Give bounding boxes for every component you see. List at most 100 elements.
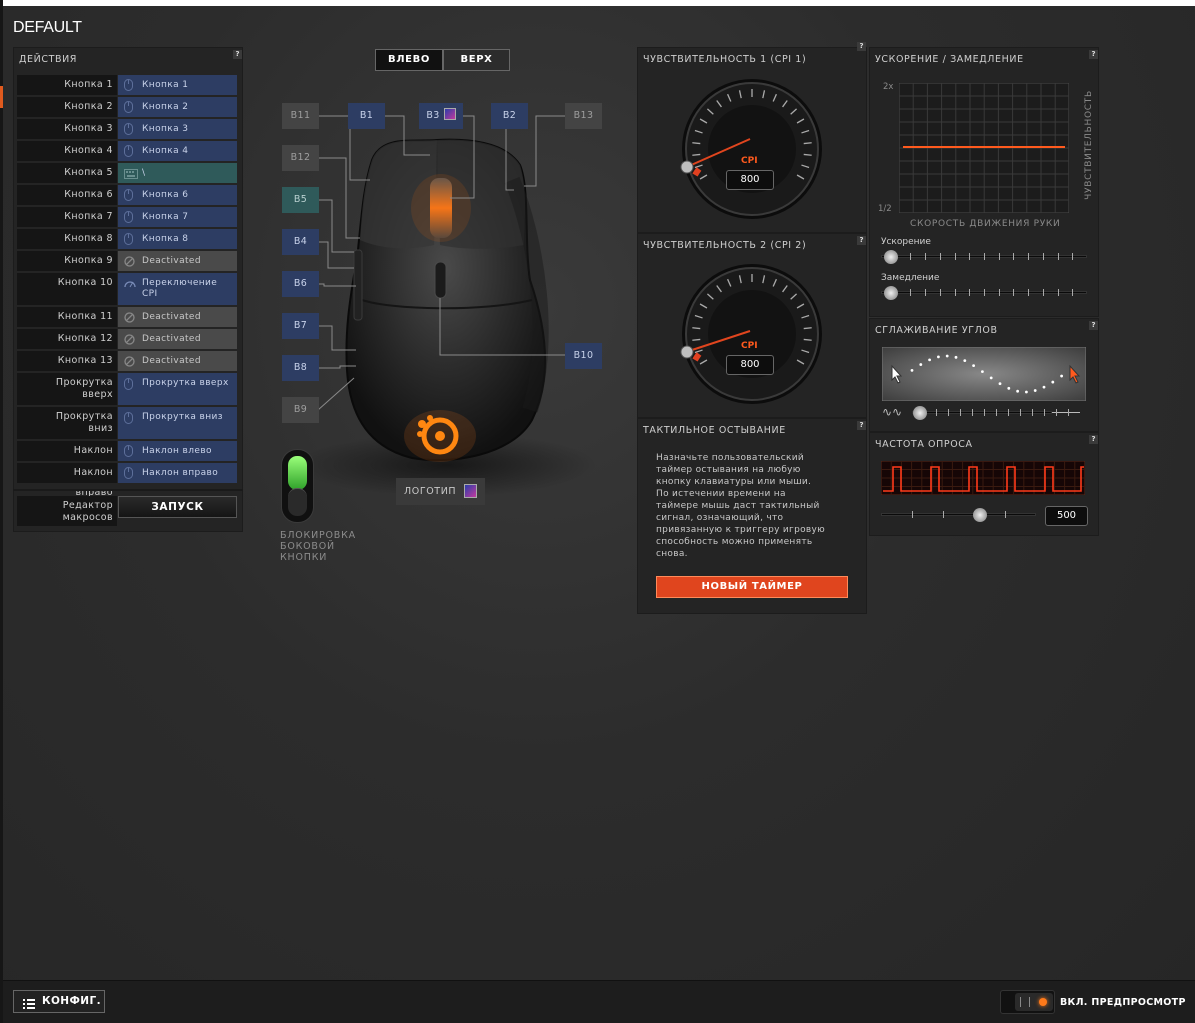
side-lock-label-line3: КНОПКИ: [280, 552, 328, 563]
acceleration-slider[interactable]: [881, 250, 1087, 264]
action-value[interactable]: \: [118, 163, 237, 183]
new-timer-button[interactable]: НОВЫЙ ТАЙМЕР: [656, 576, 848, 598]
action-value-label: \: [142, 168, 146, 178]
action-row: Кнопка 6 Кнопка 6: [17, 185, 237, 205]
action-value[interactable]: Кнопка 8: [118, 229, 237, 249]
acceleration-slider-thumb[interactable]: [884, 250, 898, 264]
action-value-label: Наклон вправо: [142, 468, 219, 478]
sensitivity2-help-button[interactable]: ?: [857, 236, 866, 245]
slider-tick: [1056, 409, 1057, 416]
mouse-button-b5[interactable]: B5: [282, 187, 319, 213]
slider-tick: [1057, 253, 1059, 260]
acceleration-help-button[interactable]: ?: [1089, 50, 1098, 59]
polling-slider[interactable]: [881, 508, 1036, 522]
angle-snapping-help-button[interactable]: ?: [1089, 321, 1098, 330]
action-value[interactable]: Прокрутка вниз: [118, 407, 237, 439]
mouse-button-b1[interactable]: B1: [348, 103, 385, 129]
action-label: Кнопка 1: [17, 75, 117, 95]
action-row: Прокрутка вверх Прокрутка вверх: [17, 373, 237, 405]
action-value[interactable]: Наклон влево: [118, 441, 237, 461]
action-value-label: Прокрутка вверх: [142, 378, 229, 388]
side-lock-switch[interactable]: [281, 449, 314, 523]
mouse-button-b7[interactable]: B7: [282, 313, 319, 339]
sensitivity2-value[interactable]: 800: [726, 355, 774, 375]
mouse-button-b10[interactable]: B10: [565, 343, 602, 369]
deceleration-slider[interactable]: [881, 286, 1087, 300]
macro-launch-button[interactable]: ЗАПУСК: [118, 496, 237, 518]
polling-help-button[interactable]: ?: [1089, 435, 1098, 444]
mouse-button-b11[interactable]: B11: [282, 103, 319, 129]
slider-tick: [1013, 253, 1015, 260]
polling-title: ЧАСТОТА ОПРОСА: [875, 439, 973, 450]
mouse-button-b4[interactable]: B4: [282, 229, 319, 255]
action-value[interactable]: Прокрутка вверх: [118, 373, 237, 405]
action-value[interactable]: Deactivated: [118, 307, 237, 327]
action-value[interactable]: Кнопка 6: [118, 185, 237, 205]
sensitivity1-help-button[interactable]: ?: [857, 42, 866, 51]
b3-color-swatch-icon: [443, 108, 456, 120]
sensitivity1-gauge[interactable]: CPI: [677, 73, 827, 223]
left-edge-indicator: [0, 86, 3, 108]
action-label: Кнопка 8: [17, 229, 117, 249]
angle-snapping-slider-thumb[interactable]: [913, 406, 927, 420]
logo-button[interactable]: ЛОГОТИП: [396, 478, 485, 505]
macro-editor-label: Редактор макросов: [17, 496, 117, 526]
action-value[interactable]: Deactivated: [118, 351, 237, 371]
sensitivity1-value[interactable]: 800: [726, 170, 774, 190]
action-label: Прокрутка вниз: [17, 407, 117, 439]
mouse-button-b9[interactable]: B9: [282, 397, 319, 423]
action-value[interactable]: Кнопка 1: [118, 75, 237, 95]
view-top-button[interactable]: ВЕРХ: [443, 49, 510, 71]
action-value-label: Кнопка 4: [142, 146, 189, 156]
action-label: Кнопка 9: [17, 251, 117, 271]
sensitivity2-gauge[interactable]: CPI: [677, 258, 827, 408]
action-row: Кнопка 10 Переключение CPI: [17, 273, 237, 305]
action-value[interactable]: Кнопка 3: [118, 119, 237, 139]
mouse-icon: [124, 211, 136, 223]
deceleration-slider-thumb[interactable]: [884, 286, 898, 300]
view-left-button[interactable]: ВЛЕВО: [375, 49, 443, 71]
mouse-button-b13[interactable]: B13: [565, 103, 602, 129]
deceleration-slider-label: Замедление: [881, 273, 940, 283]
slider-tick: [984, 409, 985, 416]
action-value[interactable]: Кнопка 2: [118, 97, 237, 117]
config-button[interactable]: КОНФИГ.: [13, 990, 105, 1013]
angle-snapping-slider[interactable]: [912, 406, 1080, 420]
mouse-button-b12[interactable]: B12: [282, 145, 319, 171]
slider-tick: [969, 289, 971, 296]
polling-slider-thumb[interactable]: [973, 508, 987, 522]
mouse-button-b2[interactable]: B2: [491, 103, 528, 129]
acceleration-slider-label: Ускорение: [881, 237, 931, 247]
mouse-button-b6[interactable]: B6: [282, 271, 319, 297]
slider-tick: [939, 289, 941, 296]
tactile-line: снова.: [656, 549, 688, 559]
action-value[interactable]: Кнопка 7: [118, 207, 237, 227]
action-value[interactable]: Deactivated: [118, 329, 237, 349]
action-row: Кнопка 1 Кнопка 1: [17, 75, 237, 95]
mouse-icon: [124, 467, 136, 479]
mouse-button-label: B10: [573, 350, 594, 361]
preview-toggle[interactable]: [1000, 990, 1055, 1014]
tactile-title: ТАКТИЛЬНОЕ ОСТЫВАНИЕ: [643, 425, 786, 436]
mouse-button-label: B1: [359, 110, 374, 121]
mouse-button-b3[interactable]: B3: [419, 103, 463, 129]
action-value[interactable]: Наклон вправо: [118, 463, 237, 483]
action-value-label: Deactivated: [142, 356, 201, 366]
tactile-help-button[interactable]: ?: [857, 421, 866, 430]
action-value[interactable]: Кнопка 4: [118, 141, 237, 161]
app-window: DEFAULT ДЕЙСТВИЯ ? Кнопка 1 Кнопка 1 Кнопк…: [0, 0, 1195, 1023]
action-label: Кнопка 2: [17, 97, 117, 117]
actions-help-button[interactable]: ?: [233, 50, 242, 59]
action-row: Наклон вправо Наклон вправо: [17, 463, 237, 498]
slider-tick: [960, 409, 961, 416]
mouse-button-label: B2: [502, 110, 517, 121]
mouse-icon: [124, 145, 136, 157]
action-value[interactable]: Переключение CPI: [118, 273, 237, 305]
mouse-button-b8[interactable]: B8: [282, 355, 319, 381]
polling-value[interactable]: 500: [1045, 506, 1088, 526]
action-row: Кнопка 9 Deactivated: [17, 251, 237, 271]
action-row: Кнопка 13 Deactivated: [17, 351, 237, 371]
slider-tick: [910, 253, 912, 260]
action-row: Кнопка 8 Кнопка 8: [17, 229, 237, 249]
action-value[interactable]: Deactivated: [118, 251, 237, 271]
